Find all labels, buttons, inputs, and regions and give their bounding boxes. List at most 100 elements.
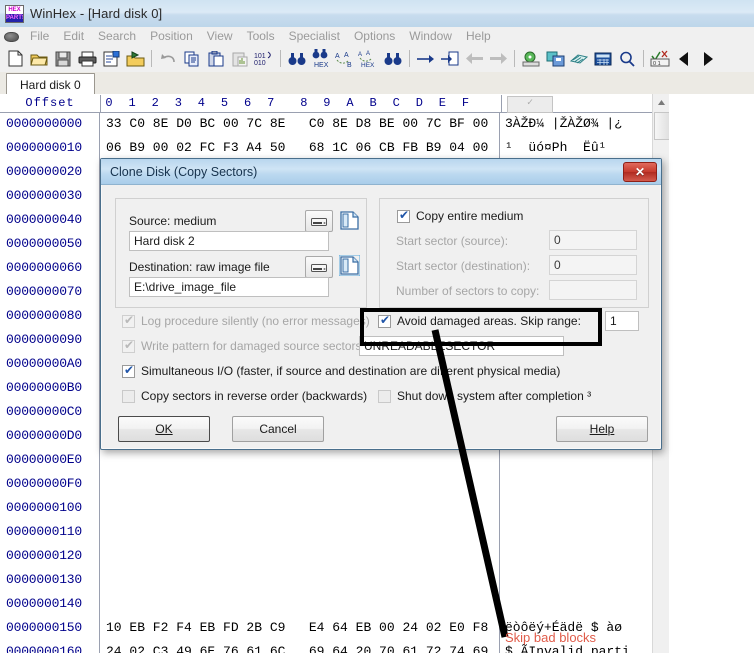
- binary-101010-icon[interactable]: 101010: [252, 47, 276, 70]
- clone-disk-icon[interactable]: [543, 47, 567, 70]
- goto-offset-icon[interactable]: [438, 47, 462, 70]
- find-hex-binoculars-icon[interactable]: HEX: [309, 47, 333, 70]
- row-hex-bytes[interactable]: [100, 448, 500, 472]
- row-hex-bytes[interactable]: 24 02 C3 49 6E 76 61 6C 69 64 20 70 61 7…: [100, 640, 500, 653]
- row-ascii[interactable]: [500, 448, 650, 472]
- calculator-icon[interactable]: [591, 47, 615, 70]
- skip-range-input[interactable]: 1: [605, 311, 639, 331]
- menu-item-specialist[interactable]: Specialist: [282, 28, 347, 44]
- hex-column-header: Offset 0123456789ABCDEF ✓: [0, 94, 652, 113]
- row-ascii[interactable]: [500, 544, 650, 568]
- start-sector-source-input[interactable]: 0: [549, 230, 637, 250]
- row-ascii[interactable]: ¹ üó¤Ph Ëû¹: [500, 136, 650, 160]
- row-hex-bytes[interactable]: [100, 520, 500, 544]
- menu-item-window[interactable]: Window: [402, 28, 459, 44]
- table-row[interactable]: 0000000140: [0, 592, 652, 616]
- reverse-order-checkbox[interactable]: [122, 390, 135, 403]
- row-ascii[interactable]: [500, 592, 650, 616]
- row-hex-bytes[interactable]: [100, 568, 500, 592]
- menu-item-view[interactable]: View: [200, 28, 240, 44]
- paste-special-icon[interactable]: [228, 47, 252, 70]
- shutdown-after-completion-checkbox[interactable]: [378, 390, 391, 403]
- find-binoculars-icon[interactable]: [285, 47, 309, 70]
- menu-item-edit[interactable]: Edit: [56, 28, 91, 44]
- destination-drive-button[interactable]: [305, 256, 333, 278]
- row-ascii[interactable]: [500, 568, 650, 592]
- menu-item-tools[interactable]: Tools: [240, 28, 282, 44]
- forward-arrow-icon[interactable]: [486, 47, 510, 70]
- row-hex-bytes[interactable]: [100, 472, 500, 496]
- reverse-order-label: Copy sectors in reverse order (backwards…: [141, 389, 367, 403]
- row-hex-bytes[interactable]: 10 EB F2 F4 EB FD 2B C9 E4 64 EB 00 24 0…: [100, 616, 500, 640]
- menu-item-file[interactable]: File: [23, 28, 56, 44]
- ok-button[interactable]: OK: [118, 416, 210, 442]
- menu-item-position[interactable]: Position: [143, 28, 200, 44]
- row-hex-bytes[interactable]: 33 C0 8E D0 BC 00 7C 8E C0 8E D8 BE 00 7…: [100, 112, 500, 136]
- row-hex-bytes[interactable]: [100, 544, 500, 568]
- copy-icon[interactable]: [180, 47, 204, 70]
- row-hex-bytes[interactable]: [100, 496, 500, 520]
- menu-item-search[interactable]: Search: [91, 28, 143, 44]
- table-row[interactable]: 0000000110: [0, 520, 652, 544]
- scroll-up-arrow-icon[interactable]: [653, 94, 670, 110]
- table-row[interactable]: 00000000F0: [0, 472, 652, 496]
- source-drive-button[interactable]: [305, 210, 333, 232]
- row-ascii[interactable]: [500, 472, 650, 496]
- save-disk-icon[interactable]: [51, 47, 75, 70]
- prev-page-icon[interactable]: [672, 47, 696, 70]
- write-pattern-checkbox[interactable]: ✔: [122, 340, 135, 353]
- help-button[interactable]: Help: [556, 416, 648, 442]
- hex-byte-column-headers: 0123456789ABCDEF: [101, 95, 502, 112]
- next-page-icon[interactable]: [696, 47, 720, 70]
- table-row[interactable]: 0000000130: [0, 568, 652, 592]
- row-ascii[interactable]: [500, 496, 650, 520]
- undo-icon[interactable]: [156, 47, 180, 70]
- row-ascii[interactable]: [500, 520, 650, 544]
- tab-hard-disk-0[interactable]: Hard disk 0: [6, 73, 95, 95]
- menu-item-help[interactable]: Help: [459, 28, 498, 44]
- replace-hex-icon[interactable]: AAHEX: [357, 47, 381, 70]
- goto-arrow-icon[interactable]: [414, 47, 438, 70]
- simultaneous-io-checkbox[interactable]: ✔: [122, 365, 135, 378]
- copy-entire-medium-checkbox[interactable]: ✔: [397, 210, 410, 223]
- checksum-icon[interactable]: 0 1: [648, 47, 672, 70]
- simultaneous-io-label: Simultaneous I/O (faster, if source and …: [141, 364, 560, 378]
- header-check-icon[interactable]: ✓: [507, 96, 553, 113]
- table-row[interactable]: 0000000100: [0, 496, 652, 520]
- start-sector-destination-input[interactable]: 0: [549, 255, 637, 275]
- replace-text-icon[interactable]: AAB: [333, 47, 357, 70]
- new-document-icon[interactable]: [3, 47, 27, 70]
- source-medium-input[interactable]: Hard disk 2: [129, 231, 329, 251]
- magnifier-icon[interactable]: [615, 47, 639, 70]
- open-disk-green-icon[interactable]: [519, 47, 543, 70]
- table-row[interactable]: 00000000E0: [0, 448, 652, 472]
- ram-editor-icon[interactable]: [567, 47, 591, 70]
- back-arrow-icon[interactable]: [462, 47, 486, 70]
- paste-icon[interactable]: [204, 47, 228, 70]
- menu-bar: File Edit Search Position View Tools Spe…: [0, 27, 754, 46]
- hex-column-header-4: 4: [194, 95, 208, 112]
- log-silently-checkbox[interactable]: ✔: [122, 315, 135, 328]
- destination-file-browse-icon[interactable]: [337, 254, 361, 276]
- row-hex-bytes[interactable]: 06 B9 00 02 FC F3 A4 50 68 1C 06 CB FB B…: [100, 136, 500, 160]
- menu-item-options[interactable]: Options: [347, 28, 402, 44]
- print-icon[interactable]: [75, 47, 99, 70]
- table-row[interactable]: 0000000120: [0, 544, 652, 568]
- destination-label: Destination: raw image file: [129, 260, 270, 274]
- destination-file-input[interactable]: E:\drive_image_file: [129, 277, 329, 297]
- number-of-sectors-input[interactable]: [549, 280, 637, 300]
- table-row[interactable]: 000000001006 B9 00 02 FC F3 A4 50 68 1C …: [0, 136, 652, 160]
- replace-hex-alt-icon[interactable]: [381, 47, 405, 70]
- system-menu-disk-icon[interactable]: [3, 29, 19, 43]
- row-hex-bytes[interactable]: [100, 592, 500, 616]
- close-icon[interactable]: ✕: [623, 162, 657, 182]
- cancel-button[interactable]: Cancel: [232, 416, 324, 442]
- row-ascii[interactable]: 3ÀŽÐ¼ |ŽÀŽØ¾ |¿: [500, 112, 650, 136]
- open-folder-icon[interactable]: [27, 47, 51, 70]
- row-offset: 0000000030: [0, 184, 100, 208]
- properties-icon[interactable]: [99, 47, 123, 70]
- table-row[interactable]: 000000000033 C0 8E D0 BC 00 7C 8E C0 8E …: [0, 112, 652, 136]
- open-disk-icon[interactable]: [123, 47, 147, 70]
- source-file-browse-icon[interactable]: [337, 209, 361, 231]
- cancel-button-label: Cancel: [259, 422, 296, 436]
